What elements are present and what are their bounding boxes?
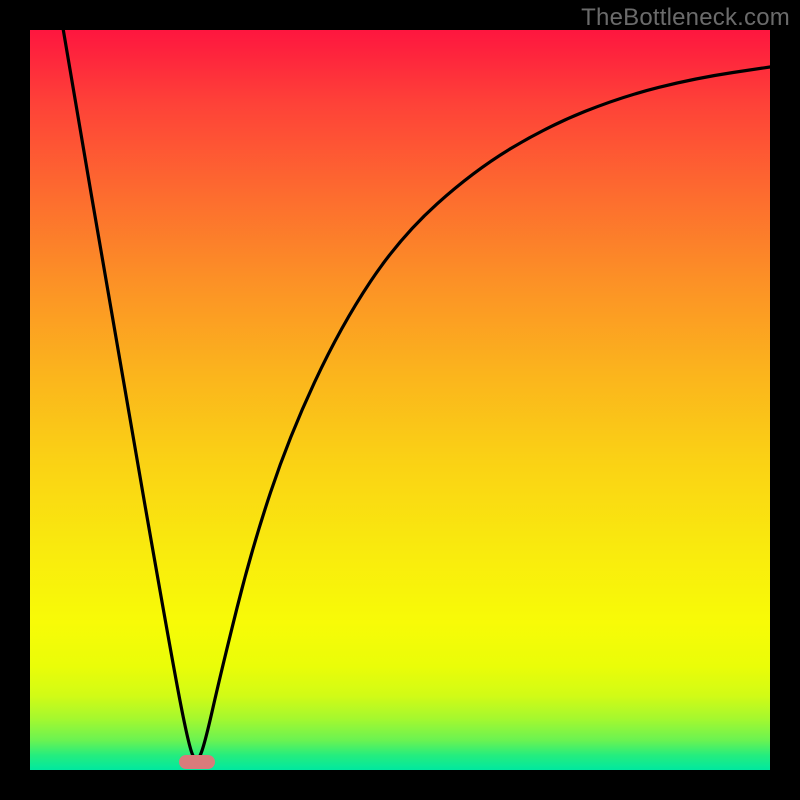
optimal-marker: [179, 755, 215, 769]
chart-frame: TheBottleneck.com: [0, 0, 800, 800]
plot-area: [30, 30, 770, 770]
watermark-text: TheBottleneck.com: [581, 4, 790, 32]
bottleneck-curve: [30, 30, 770, 770]
